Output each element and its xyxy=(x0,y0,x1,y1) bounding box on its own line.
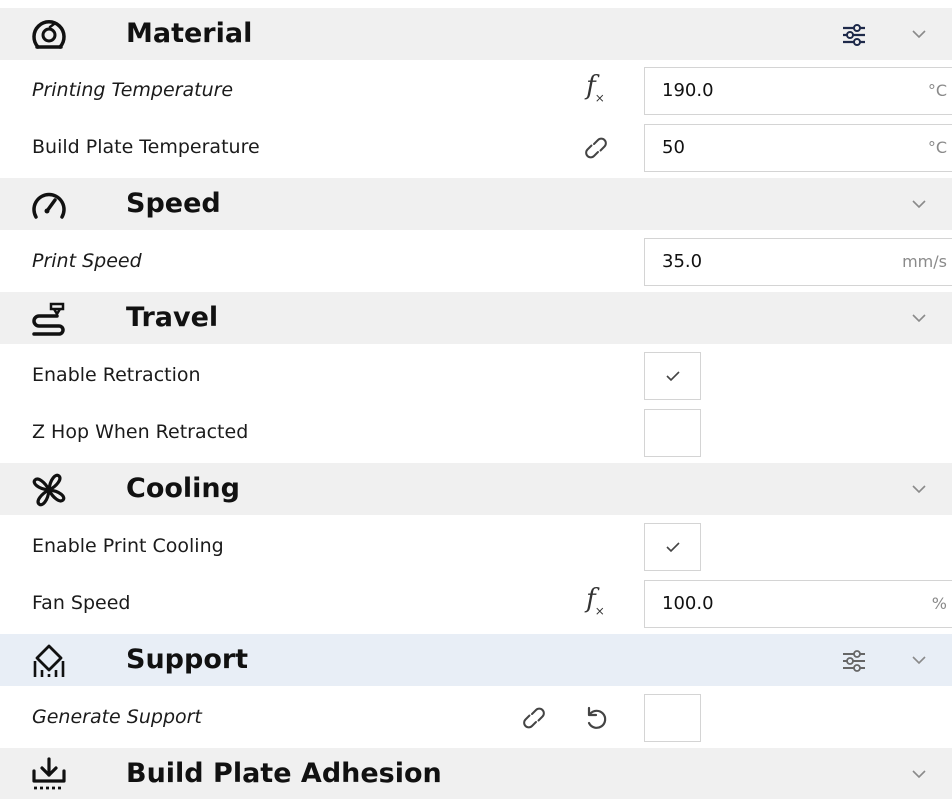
category-title: Travel xyxy=(126,302,219,333)
reset-icon[interactable] xyxy=(580,703,610,733)
setting-row-enable-retraction: Enable Retraction xyxy=(0,347,952,404)
setting-label: Z Hop When Retracted xyxy=(32,421,249,443)
printing-temperature-input[interactable]: 190.0 °C xyxy=(644,67,952,115)
setting-label: Printing Temperature xyxy=(32,79,234,101)
setting-label: Enable Retraction xyxy=(32,364,201,386)
field-value[interactable]: 35.0 xyxy=(662,239,702,285)
category-title: Cooling xyxy=(126,473,240,504)
fx-icon[interactable]: f× xyxy=(581,584,611,619)
setting-row-generate-support: Generate Support xyxy=(0,689,952,746)
category-title: Material xyxy=(126,18,253,49)
z-hop-checkbox[interactable] xyxy=(644,409,701,457)
chevron-down-icon[interactable] xyxy=(910,766,928,782)
setting-row-enable-print-cooling: Enable Print Cooling xyxy=(0,518,952,575)
fx-icon[interactable]: f× xyxy=(581,71,611,106)
setting-row-build-plate-temperature: Build Plate Temperature 50 °C xyxy=(0,119,952,176)
field-value[interactable]: 190.0 xyxy=(662,68,714,114)
check-icon xyxy=(665,371,680,382)
category-build-plate-adhesion[interactable]: Build Plate Adhesion xyxy=(0,748,952,799)
setting-row-z-hop: Z Hop When Retracted xyxy=(0,404,952,461)
tune-icon[interactable] xyxy=(840,22,868,48)
material-spool-icon xyxy=(30,17,68,53)
category-travel[interactable]: Travel xyxy=(0,292,952,344)
field-unit: % xyxy=(931,594,947,613)
tune-icon[interactable] xyxy=(840,648,868,674)
field-value[interactable]: 50 xyxy=(662,125,685,171)
category-title: Support xyxy=(126,644,249,675)
setting-label: Print Speed xyxy=(32,250,142,272)
print-speed-input[interactable]: 35.0 mm/s xyxy=(644,238,952,286)
setting-row-print-speed: Print Speed 35.0 mm/s xyxy=(0,233,952,290)
enable-print-cooling-checkbox[interactable] xyxy=(644,523,701,571)
setting-label: Enable Print Cooling xyxy=(32,535,224,557)
field-unit: °C xyxy=(927,81,947,100)
build-plate-temperature-input[interactable]: 50 °C xyxy=(644,124,952,172)
category-cooling[interactable]: Cooling xyxy=(0,463,952,515)
field-unit: °C xyxy=(927,138,947,157)
setting-label: Build Plate Temperature xyxy=(32,136,260,158)
category-title: Speed xyxy=(126,188,221,219)
check-icon xyxy=(665,542,680,553)
setting-row-printing-temperature: Printing Temperature f× 190.0 °C xyxy=(0,62,952,119)
chevron-down-icon[interactable] xyxy=(910,26,928,42)
category-title: Build Plate Adhesion xyxy=(126,758,442,789)
fan-speed-input[interactable]: 100.0 % xyxy=(644,580,952,628)
print-settings-panel: Material Printing Temperature f× 190.0 °… xyxy=(0,0,952,799)
setting-label: Generate Support xyxy=(32,706,202,728)
link-icon[interactable] xyxy=(581,133,611,163)
chevron-down-icon[interactable] xyxy=(910,196,928,212)
speedometer-icon xyxy=(30,187,68,223)
chevron-down-icon[interactable] xyxy=(910,652,928,668)
support-icon xyxy=(30,643,68,679)
chevron-down-icon[interactable] xyxy=(910,310,928,326)
travel-path-icon xyxy=(30,301,68,337)
category-support[interactable]: Support xyxy=(0,634,952,686)
setting-row-fan-speed: Fan Speed f× 100.0 % xyxy=(0,575,952,632)
link-icon[interactable] xyxy=(519,703,549,733)
chevron-down-icon[interactable] xyxy=(910,481,928,497)
category-speed[interactable]: Speed xyxy=(0,178,952,230)
field-unit: mm/s xyxy=(902,252,947,271)
enable-retraction-checkbox[interactable] xyxy=(644,352,701,400)
generate-support-checkbox[interactable] xyxy=(644,694,701,742)
setting-label: Fan Speed xyxy=(32,592,131,614)
build-plate-download-icon xyxy=(30,757,68,793)
category-material[interactable]: Material xyxy=(0,8,952,60)
fan-icon xyxy=(30,472,68,508)
field-value[interactable]: 100.0 xyxy=(662,581,714,627)
